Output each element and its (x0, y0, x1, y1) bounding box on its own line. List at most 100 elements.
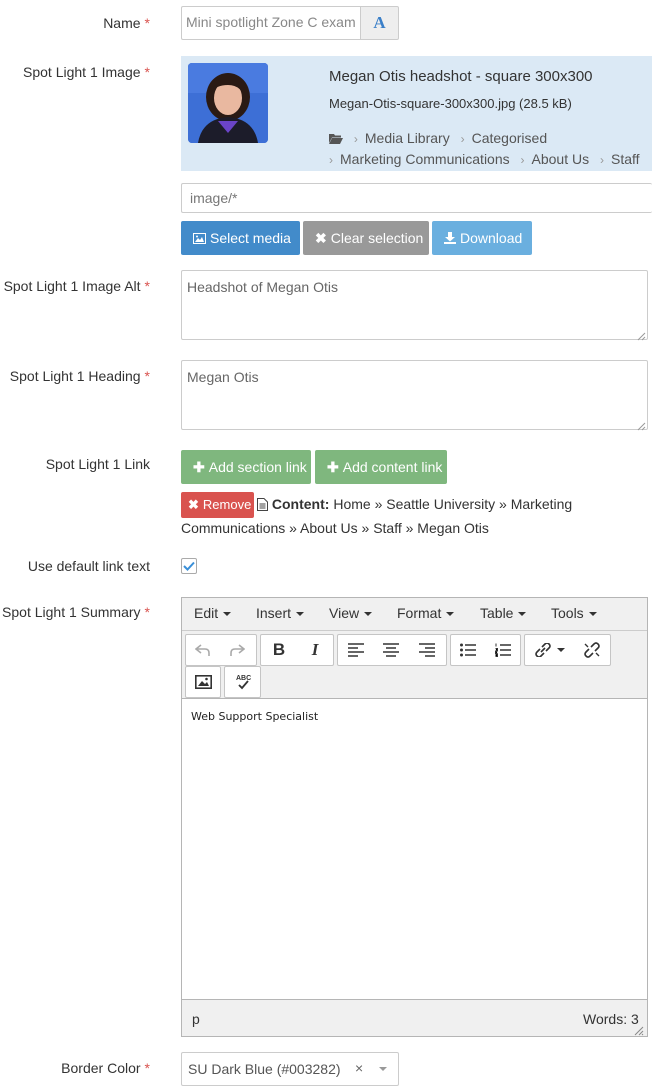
link-label: Spot Light 1 Link (46, 456, 150, 472)
summary-label: Spot Light 1 Summary * (2, 604, 150, 620)
bullet-list-icon[interactable] (452, 635, 484, 665)
bold-icon[interactable]: B (263, 635, 295, 665)
align-right-icon[interactable] (411, 635, 443, 665)
media-thumbnail[interactable] (188, 63, 268, 143)
italic-icon[interactable]: I (299, 635, 331, 665)
link-content-line-2: Communications » About Us » Staff » Mega… (181, 520, 489, 536)
image-label-text: Spot Light 1 Image (23, 64, 141, 80)
media-path-line-1: › Media Library › Categorised (329, 130, 547, 146)
file-icon (257, 498, 268, 511)
editor-content-area[interactable] (182, 698, 647, 1000)
heading-label-text: Spot Light 1 Heading (9, 368, 141, 384)
add-content-link-button[interactable]: ✚ Add content link (315, 450, 447, 484)
font-icon[interactable]: A (360, 6, 399, 40)
path-item[interactable]: Media Library (365, 130, 450, 146)
chevron-down-icon (223, 612, 232, 617)
chevron-down-icon (556, 648, 565, 652)
media-filter-input[interactable]: image/* (181, 183, 652, 213)
menu-insert[interactable]: Insert (256, 605, 305, 621)
download-icon (444, 232, 456, 244)
numbered-list-icon[interactable] (487, 635, 519, 665)
spellcheck-icon[interactable]: ABC (227, 667, 259, 697)
border-color-value: SU Dark Blue (#003282) (188, 1061, 341, 1077)
path-item[interactable]: About Us (532, 151, 590, 167)
image-alt-textarea[interactable]: Headshot of Megan Otis (181, 270, 648, 340)
border-color-label-text: Border Color (61, 1060, 141, 1076)
default-link-text-checkbox[interactable] (181, 558, 197, 574)
image-alt-label-text: Spot Light 1 Image Alt (3, 278, 141, 294)
download-label: Download (460, 230, 523, 246)
times-icon: ✖ (188, 497, 199, 512)
align-left-icon[interactable] (340, 635, 372, 665)
breadcrumb-separator: › (600, 153, 604, 167)
breadcrumb-separator: › (460, 132, 465, 146)
redo-icon[interactable] (222, 635, 252, 665)
menu-format[interactable]: Format (397, 605, 455, 621)
editor-word-count: Words: 3 (583, 1011, 639, 1027)
required-marker: * (144, 64, 150, 80)
chevron-down-icon (364, 612, 373, 617)
menu-view[interactable]: View (329, 605, 373, 621)
heading-textarea[interactable]: Megan Otis (181, 360, 648, 430)
plus-icon: ✚ (193, 459, 205, 475)
editor-element-path[interactable]: p (192, 1011, 200, 1027)
default-link-text-label-text: Use default link text (27, 558, 150, 574)
undo-icon[interactable] (188, 635, 218, 665)
select-media-label: Select media (210, 230, 291, 246)
clear-selection-button[interactable]: ✖ Clear selection (303, 221, 429, 255)
align-center-icon[interactable] (375, 635, 407, 665)
menu-edit[interactable]: Edit (194, 605, 232, 621)
media-filename: Megan-Otis-square-300x300.jpg (28.5 kB) (329, 96, 572, 111)
breadcrumb-separator: › (353, 132, 358, 146)
link-label-text: Spot Light 1 Link (45, 456, 150, 472)
content-path[interactable]: Home » Seattle University » Marketing (333, 496, 572, 512)
menu-tools[interactable]: Tools (551, 605, 597, 621)
content-label: Content: (271, 496, 330, 512)
name-input[interactable]: Mini spotlight Zone C exam (181, 6, 361, 40)
check-icon (183, 561, 195, 571)
path-item[interactable]: Staff (611, 151, 640, 167)
name-label: Name * (103, 15, 150, 31)
default-link-text-label: Use default link text (28, 558, 150, 574)
chevron-down-icon (446, 612, 455, 617)
clear-selection-label: Clear selection (330, 230, 424, 246)
select-media-button[interactable]: Select media (181, 221, 300, 255)
menu-table[interactable]: Table (480, 605, 527, 621)
border-color-label: Border Color * (61, 1060, 150, 1076)
chevron-down-icon (588, 612, 597, 617)
name-label-text: Name (103, 15, 141, 31)
summary-label-text: Spot Light 1 Summary (2, 604, 141, 620)
svg-text:ABC: ABC (236, 675, 251, 682)
menu-table-label: Table (480, 605, 514, 621)
add-section-link-button[interactable]: ✚ Add section link (181, 450, 311, 484)
link-content-line-1: Content: Home » Seattle University » Mar… (257, 496, 572, 512)
download-button[interactable]: Download (432, 221, 532, 255)
heading-label: Spot Light 1 Heading * (10, 368, 150, 384)
add-section-link-label: Add section link (208, 459, 307, 475)
required-marker: * (144, 1060, 150, 1076)
image-alt-label: Spot Light 1 Image Alt * (4, 278, 150, 294)
menu-view-label: View (329, 605, 360, 621)
resize-handle-icon[interactable] (634, 1023, 644, 1036)
unlink-icon[interactable] (576, 635, 608, 665)
required-marker: * (144, 15, 150, 31)
insert-image-icon[interactable] (187, 667, 219, 697)
path-item[interactable]: Categorised (472, 130, 548, 146)
menu-format-label: Format (397, 605, 442, 621)
plus-icon: ✚ (327, 459, 339, 475)
link-icon[interactable] (527, 635, 571, 665)
chevron-down-icon[interactable] (379, 1067, 387, 1071)
image-label: Spot Light 1 Image * (23, 64, 150, 80)
resize-handle-icon[interactable] (636, 328, 646, 341)
folder-icon (329, 134, 343, 144)
media-path-line-2: › Marketing Communications › About Us › Sta… (329, 151, 640, 167)
clear-selection-icon[interactable]: × (355, 1060, 363, 1076)
headshot-image (188, 63, 268, 143)
path-item[interactable]: Marketing Communications (340, 151, 510, 167)
resize-handle-icon[interactable] (636, 418, 646, 431)
breadcrumb-separator: › (520, 153, 525, 167)
required-marker: * (144, 278, 150, 294)
toolbar-divider (182, 630, 647, 631)
chevron-down-icon (296, 612, 305, 617)
remove-link-button[interactable]: ✖ Remove (181, 492, 254, 518)
